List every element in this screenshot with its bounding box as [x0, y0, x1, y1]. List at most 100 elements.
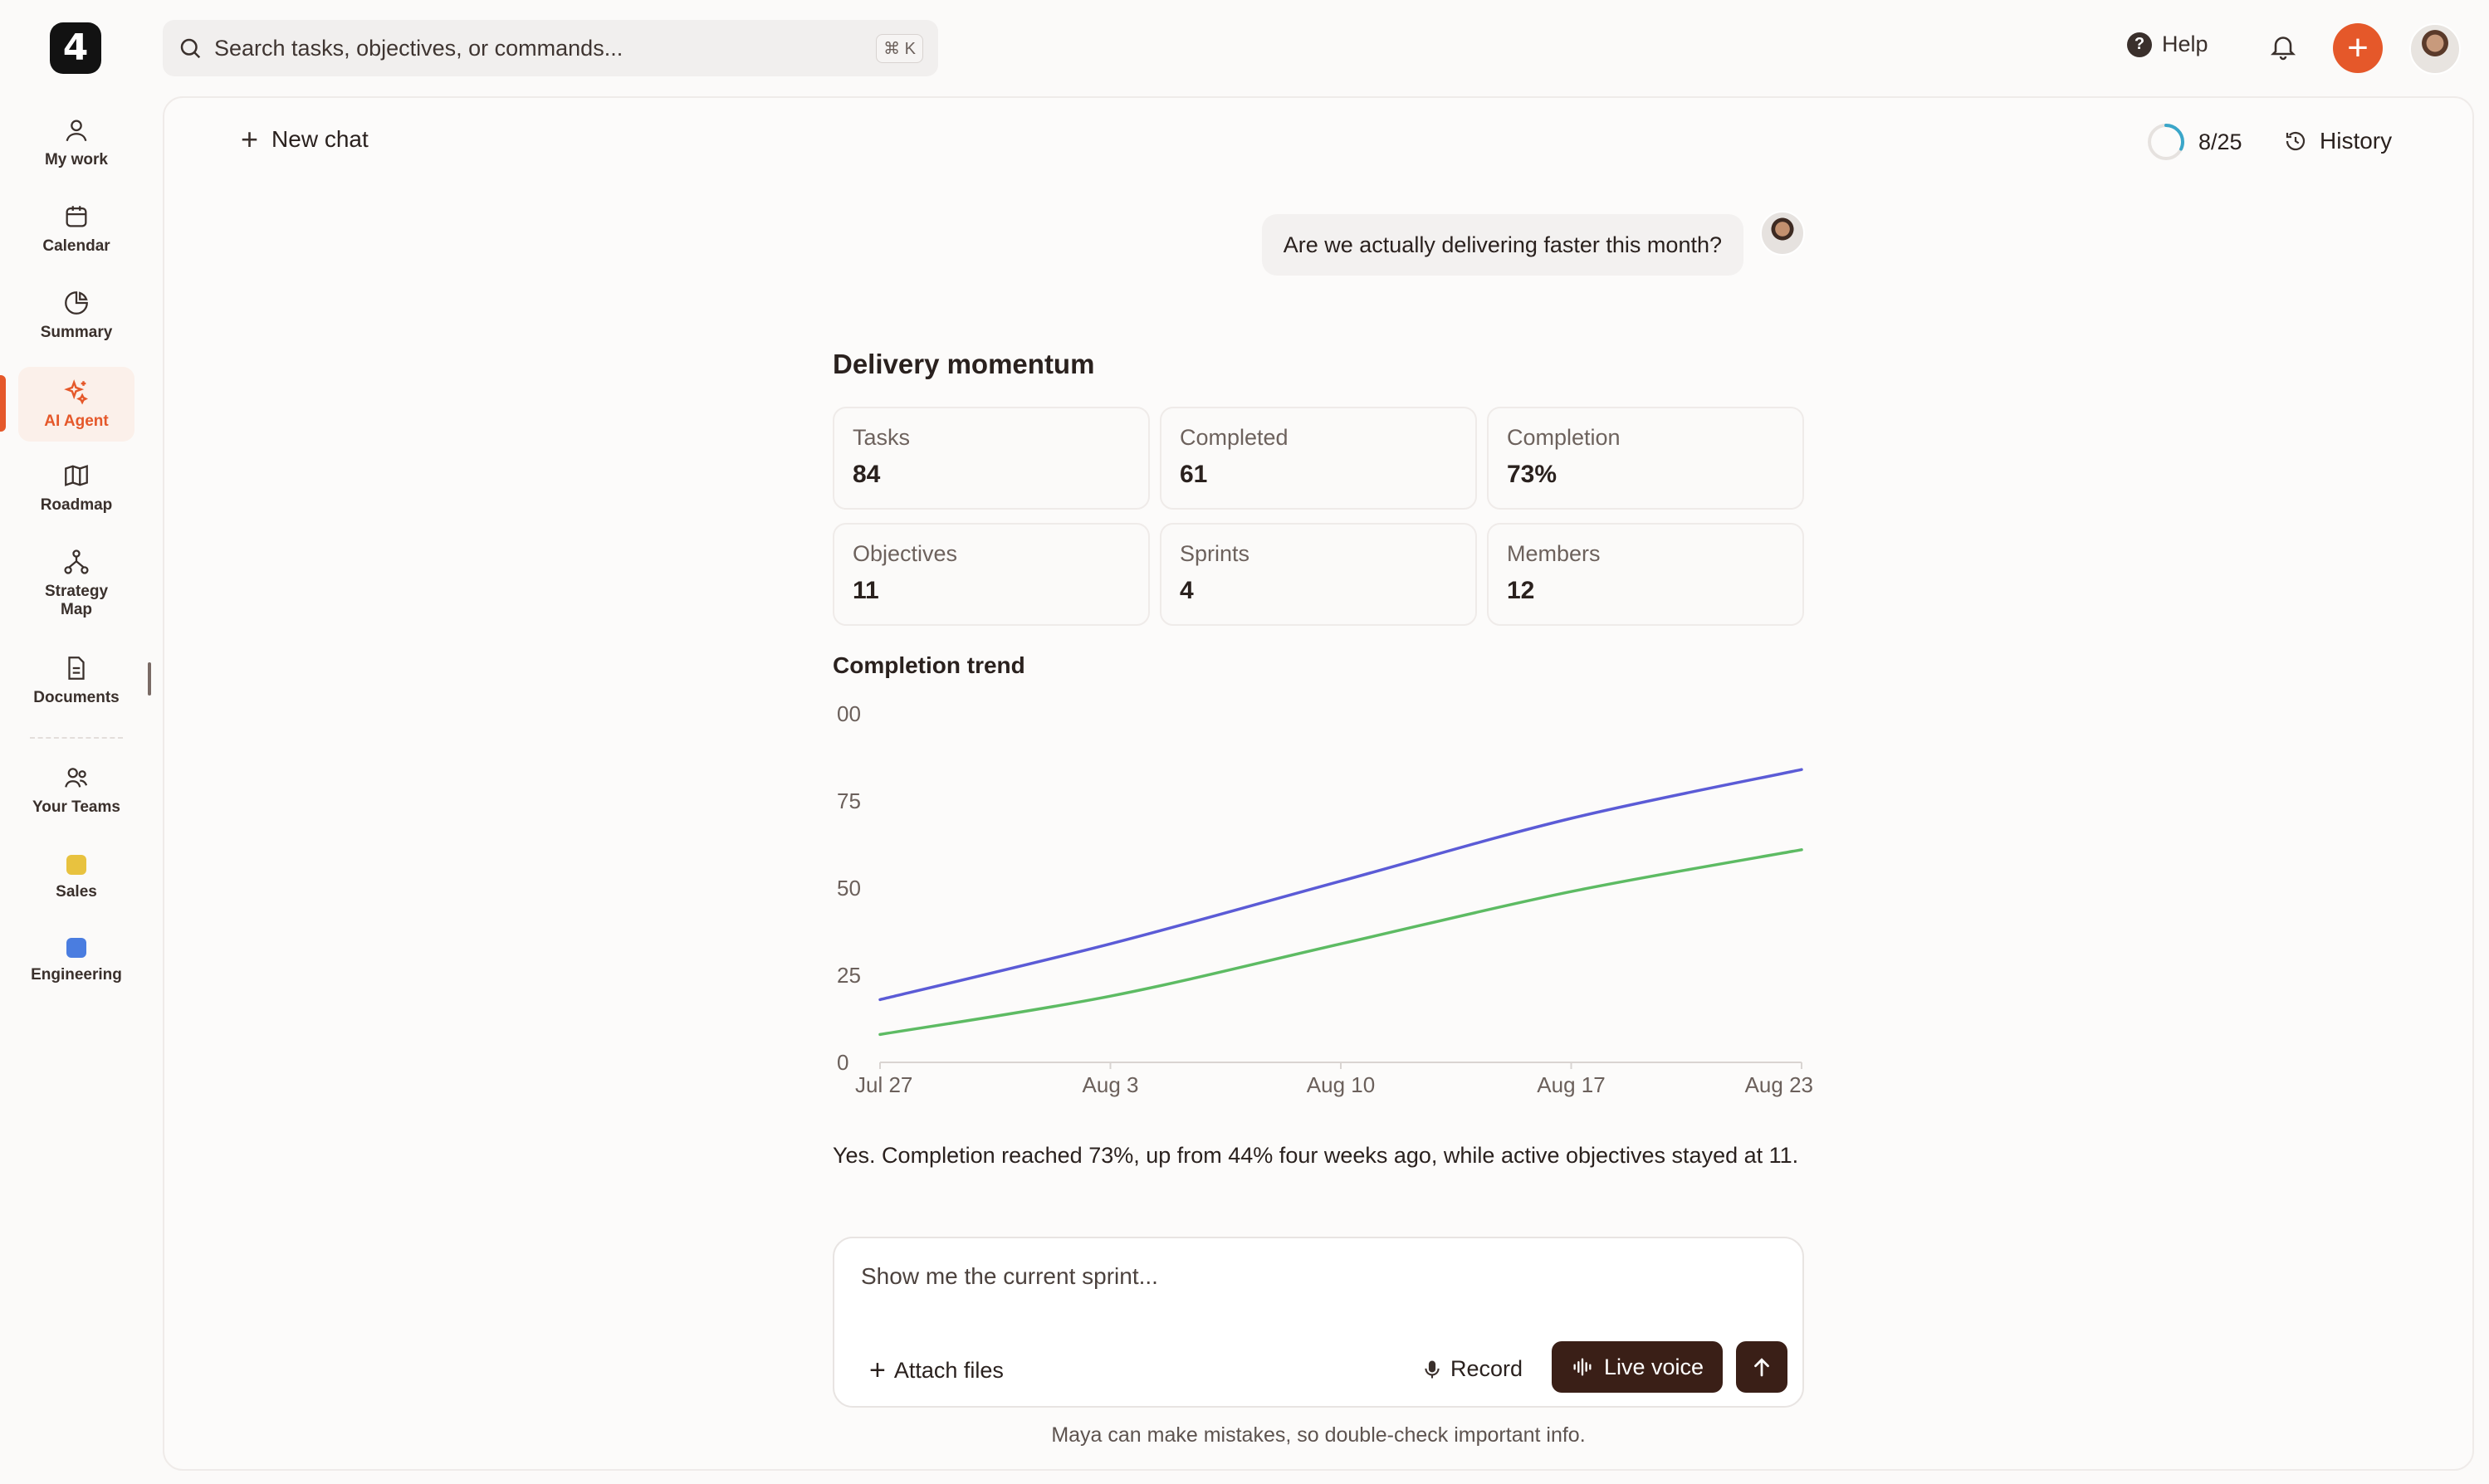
stat-value: 4 — [1180, 577, 1194, 604]
sidebar-item-label: Sales — [56, 883, 97, 901]
usage-count: 8/25 — [2198, 129, 2242, 154]
history-button[interactable]: History — [2283, 128, 2392, 154]
history-label: History — [2320, 128, 2393, 154]
avatar[interactable] — [2409, 23, 2461, 75]
hierarchy-icon — [64, 549, 89, 574]
document-icon — [68, 657, 85, 680]
sidebar-item-label: My work — [44, 151, 109, 168]
users-icon — [65, 768, 88, 788]
sidebar-item-calendar[interactable]: Calendar — [18, 203, 134, 256]
y-tick-label: 50 — [837, 876, 861, 901]
sidebar-team-sales[interactable]: Sales — [18, 850, 134, 901]
stat-label: Completed — [1180, 425, 1289, 450]
map-icon — [65, 465, 88, 486]
help-icon: ? — [2127, 32, 2152, 57]
stat-value: 84 — [853, 461, 881, 488]
sidebar-item-my-work[interactable]: My work — [18, 116, 134, 169]
x-tick-label: Jul 27 — [855, 1072, 912, 1097]
sidebar-item-your-teams[interactable]: Your Teams — [18, 764, 134, 817]
create-button[interactable]: + — [2333, 23, 2383, 73]
search-bar[interactable]: Search tasks, objectives, or commands...… — [163, 20, 938, 76]
sidebar-item-label: Your Teams — [32, 798, 120, 816]
sidebar: My work Calendar Summary AI Agent Roadma… — [0, 0, 151, 1484]
assistant-answer: Yes. Completion reached 73%, up from 44%… — [833, 1143, 1799, 1168]
sidebar-item-ai-agent[interactable]: AI Agent — [18, 367, 134, 442]
plus-icon: + — [241, 122, 259, 156]
active-indicator — [0, 375, 6, 432]
x-tick-label: Aug 17 — [1537, 1072, 1605, 1097]
sparkle-icon — [64, 379, 89, 405]
stat-value: 73% — [1507, 461, 1557, 488]
x-tick-label: Aug 23 — [1745, 1072, 1813, 1097]
disclaimer-text: Maya can make mistakes, so double-check … — [1051, 1423, 1586, 1447]
series-line-1 — [878, 768, 1803, 1002]
sidebar-item-label: Calendar — [42, 237, 110, 255]
stat-card-tasks: Tasks 84 — [833, 407, 1150, 510]
x-tick-label: Aug 3 — [1083, 1072, 1139, 1097]
sidebar-divider — [30, 737, 123, 739]
live-voice-button[interactable]: Live voice — [1552, 1341, 1723, 1393]
user-message: Are we actually delivering faster this m… — [1261, 214, 1743, 276]
search-input[interactable]: Search tasks, objectives, or commands... — [214, 36, 623, 61]
send-button[interactable] — [1736, 1341, 1787, 1393]
plus-icon: + — [869, 1355, 886, 1386]
stat-card-completed: Completed 61 — [1160, 407, 1477, 510]
stat-card-sprints: Sprints 4 — [1160, 523, 1477, 626]
stat-value: 61 — [1180, 461, 1208, 488]
sidebar-item-roadmap[interactable]: Roadmap — [18, 461, 134, 515]
y-tick-label: 75 — [837, 788, 861, 813]
new-chat-button[interactable]: + New chat — [241, 124, 369, 154]
message-composer: + Attach files Record Live voice — [833, 1237, 1804, 1408]
sidebar-item-label: Documents — [33, 689, 120, 706]
y-tick-label: 00 — [837, 701, 861, 726]
y-tick-label: 25 — [837, 963, 861, 988]
stat-card-members: Members 12 — [1487, 523, 1804, 626]
sidebar-item-documents[interactable]: Documents — [18, 654, 134, 707]
sidebar-item-label: Summary — [40, 324, 113, 341]
stat-card-objectives: Objectives 11 — [833, 523, 1150, 626]
series-line-2 — [878, 848, 1803, 1037]
bell-icon[interactable] — [2268, 32, 2298, 61]
search-icon — [180, 38, 201, 59]
calendar-icon — [66, 206, 87, 227]
response-title: Delivery momentum — [833, 349, 1095, 379]
stat-label: Completion — [1507, 425, 1621, 450]
sidebar-item-strategy-map[interactable]: Strategy Map — [18, 548, 134, 619]
avatar — [1760, 211, 1805, 256]
stat-label: Objectives — [853, 541, 958, 566]
help-button[interactable]: ? Help — [2127, 32, 2208, 57]
team-color-swatch — [66, 855, 86, 875]
usage-progress-ring — [2148, 124, 2184, 160]
attach-files-button[interactable]: + Attach files — [869, 1356, 1004, 1384]
record-label: Record — [1450, 1356, 1523, 1381]
x-tick-label: Aug 10 — [1307, 1072, 1375, 1097]
help-label: Help — [2162, 32, 2208, 56]
team-color-swatch — [66, 938, 86, 958]
sidebar-item-summary[interactable]: Summary — [18, 289, 134, 342]
completion-trend-chart: 00 75 50 25 0 Jul 27 Aug 3 Aug 10 Aug 17 Aug 23 — [837, 701, 1813, 1097]
pie-chart-icon — [65, 291, 88, 315]
sidebar-scrollbar[interactable] — [148, 662, 151, 696]
stat-label: Tasks — [853, 425, 911, 450]
stat-card-completion: Completion 73% — [1487, 407, 1804, 510]
search-shortcut: ⌘ K — [876, 33, 923, 63]
record-button[interactable]: Record — [1421, 1356, 1523, 1382]
stat-value: 11 — [853, 577, 879, 604]
completion-trend-title: Completion trend — [833, 652, 1025, 678]
sidebar-item-label: Strategy Map — [44, 583, 109, 618]
attach-files-label: Attach files — [893, 1357, 1004, 1383]
plus-icon: + — [2347, 27, 2369, 68]
stat-value: 12 — [1507, 577, 1535, 604]
sidebar-item-label: Roadmap — [40, 496, 113, 514]
stat-label: Members — [1507, 541, 1601, 566]
arrow-up-icon — [1754, 1358, 1769, 1377]
sidebar-team-engineering[interactable]: Engineering — [18, 933, 134, 984]
user-icon — [66, 120, 87, 142]
message-input[interactable] — [861, 1258, 1774, 1295]
stat-label: Sprints — [1180, 541, 1250, 566]
live-voice-label: Live voice — [1603, 1354, 1704, 1379]
sidebar-item-label: Engineering — [31, 966, 122, 984]
new-chat-label: New chat — [271, 126, 369, 152]
waveform-icon — [1573, 1358, 1592, 1376]
history-icon — [2286, 131, 2306, 151]
